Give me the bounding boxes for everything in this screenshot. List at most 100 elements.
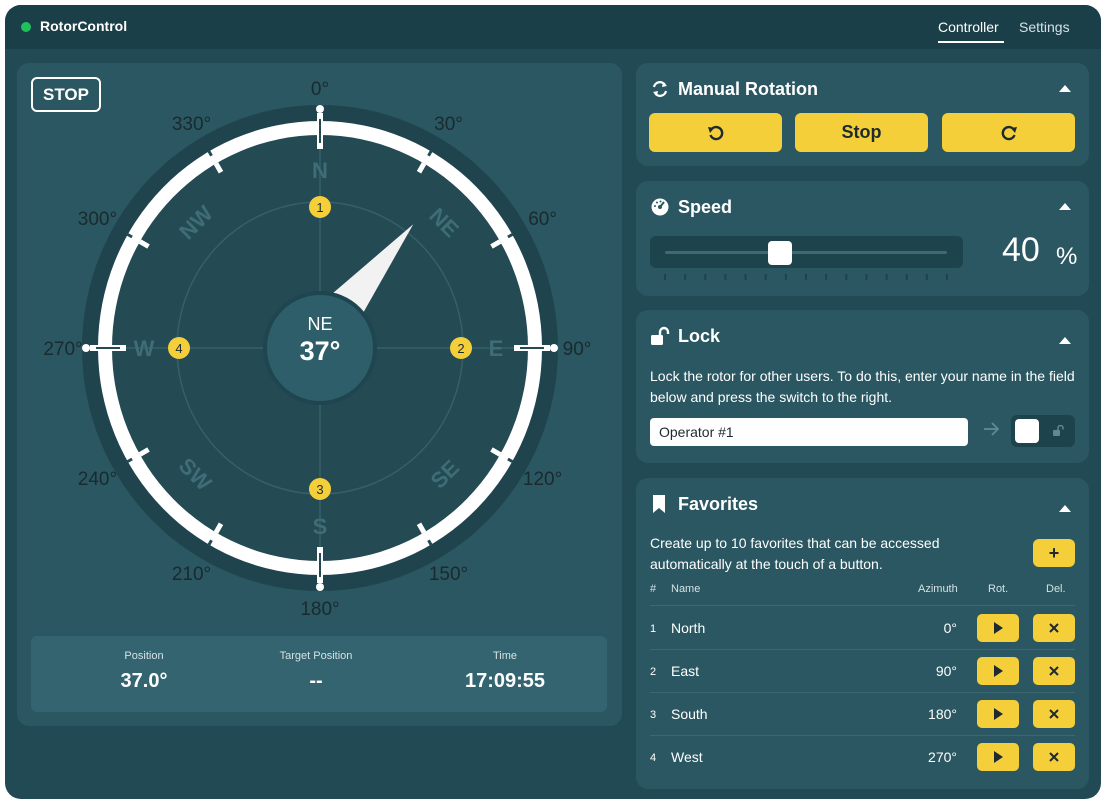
rotate-to-favorite-button[interactable] bbox=[977, 657, 1019, 685]
close-icon bbox=[1049, 709, 1059, 719]
play-icon bbox=[994, 665, 1003, 677]
active-tab-underline bbox=[938, 41, 1004, 43]
position-value: 37.0° bbox=[120, 670, 168, 692]
speed-unit: % bbox=[1056, 243, 1078, 270]
center-azimuth-value: 37° bbox=[300, 336, 341, 366]
lock-header: Lock bbox=[650, 324, 720, 348]
dial-direction-label-e: E bbox=[489, 336, 504, 361]
favorite-name: West bbox=[671, 749, 703, 765]
speed-slider[interactable] bbox=[650, 236, 963, 268]
dial-degree-label: 330° bbox=[172, 114, 211, 135]
dial-degree-label: 240° bbox=[78, 469, 117, 490]
rotate-to-favorite-button[interactable] bbox=[977, 614, 1019, 642]
favorite-azimuth: 90° bbox=[935, 663, 957, 679]
column-header-azimuth: Azimuth bbox=[918, 583, 958, 595]
dial-direction-label-n: N bbox=[312, 158, 328, 183]
rotate-ccw-icon bbox=[707, 125, 723, 141]
favorite-azimuth: 180° bbox=[928, 706, 957, 722]
favorite-row: 1 North 0° bbox=[650, 607, 1075, 650]
top-bar: RotorControl Controller Settings bbox=[5, 5, 1101, 49]
rotate-to-favorite-button[interactable] bbox=[977, 700, 1019, 728]
stop-button[interactable]: Stop bbox=[795, 113, 928, 152]
play-icon bbox=[994, 708, 1003, 720]
lock-toggle-switch[interactable] bbox=[1011, 415, 1075, 447]
dial-degree-label: 300° bbox=[78, 209, 117, 230]
speed-header: Speed bbox=[650, 195, 732, 219]
speed-title: Speed bbox=[678, 196, 733, 217]
favorites-title: Favorites bbox=[678, 493, 759, 514]
close-icon bbox=[1049, 752, 1059, 762]
favorite-number: 1 bbox=[650, 623, 657, 635]
dial-degree-label: 0° bbox=[311, 79, 329, 100]
favorite-name: North bbox=[671, 620, 706, 636]
speed-slider-track bbox=[665, 251, 947, 254]
close-icon bbox=[1049, 666, 1059, 676]
speed-collapse-button[interactable] bbox=[1059, 203, 1071, 210]
time-label: Time bbox=[492, 650, 518, 662]
position-label: Position bbox=[124, 650, 164, 662]
time-readout-item: Time 17:09:55 bbox=[410, 636, 600, 693]
tab-controller[interactable]: Controller bbox=[938, 19, 999, 35]
rotate-to-favorite-button[interactable] bbox=[977, 743, 1019, 771]
delete-favorite-button[interactable] bbox=[1033, 700, 1075, 728]
manual-rotation-card: Manual Rotation Stop bbox=[636, 63, 1089, 166]
target-position-label: Target Position bbox=[279, 650, 353, 662]
speed-slider-thumb[interactable] bbox=[768, 241, 793, 265]
position-readout-item: Position 37.0° bbox=[49, 636, 239, 693]
delete-favorite-button[interactable] bbox=[1033, 614, 1075, 642]
small-unlock-icon bbox=[1053, 425, 1064, 436]
tab-settings[interactable]: Settings bbox=[1019, 19, 1070, 35]
center-direction-label: NE bbox=[307, 314, 332, 334]
target-position-value: -- bbox=[309, 670, 323, 692]
dial-degree-label: 120° bbox=[523, 469, 562, 490]
favorite-name: East bbox=[671, 663, 700, 679]
favorite-marker-number: 2 bbox=[457, 341, 464, 356]
delete-favorite-button[interactable] bbox=[1033, 743, 1075, 771]
lock-toggle-knob bbox=[1015, 419, 1039, 443]
rotor-dial-panel: 0° 30° 60° 90° 120° 150° 180° 210° 240° 270° 300° 3… bbox=[17, 63, 622, 726]
column-header-delete: Del. bbox=[1046, 583, 1066, 595]
favorite-marker-number: 4 bbox=[175, 341, 182, 356]
operator-name-input[interactable] bbox=[650, 418, 968, 446]
favorite-name: South bbox=[671, 706, 708, 722]
favorite-row: 4 West 270° bbox=[650, 736, 1075, 779]
column-header-name: Name bbox=[671, 583, 701, 595]
dial-degree-label: 30° bbox=[434, 114, 463, 135]
arrow-right-icon bbox=[984, 422, 1000, 436]
lock-collapse-button[interactable] bbox=[1059, 337, 1071, 344]
rotate-cw-icon bbox=[1001, 125, 1017, 141]
favorite-azimuth: 270° bbox=[928, 749, 957, 765]
dial-direction-label-w: W bbox=[134, 336, 155, 361]
dial-degree-label: 270° bbox=[43, 339, 82, 360]
connection-status-dot bbox=[21, 22, 31, 32]
add-favorite-button[interactable]: + bbox=[1033, 539, 1075, 567]
favorites-header: Favorites bbox=[650, 492, 758, 516]
dial-cardinal-marker bbox=[82, 344, 90, 352]
manual-rotation-header: Manual Rotation bbox=[650, 77, 818, 101]
column-header-number: # bbox=[650, 583, 657, 595]
favorite-number: 3 bbox=[650, 709, 657, 721]
speed-slider-ticks bbox=[664, 274, 948, 280]
compass-dial[interactable]: 0° 30° 60° 90° 120° 150° 180° 210° 240° 270° 300° 3… bbox=[17, 63, 622, 633]
dial-degree-label: 180° bbox=[300, 599, 339, 620]
speed-card: Speed 40 % bbox=[636, 181, 1089, 296]
favorite-number: 4 bbox=[650, 752, 657, 764]
speedometer-icon bbox=[651, 198, 669, 216]
delete-favorite-button[interactable] bbox=[1033, 657, 1075, 685]
dial-direction-label-s: S bbox=[313, 514, 328, 539]
app-title: RotorControl bbox=[40, 18, 128, 34]
lock-card: Lock Lock the rotor for other users. To … bbox=[636, 310, 1089, 463]
favorite-row: 3 South 180° bbox=[650, 693, 1075, 736]
manual-rotation-collapse-button[interactable] bbox=[1059, 85, 1071, 92]
rotate-cw-button[interactable] bbox=[942, 113, 1075, 152]
speed-value: 40 bbox=[1002, 231, 1040, 269]
dial-degree-label: 210° bbox=[172, 564, 211, 585]
lock-title: Lock bbox=[678, 325, 721, 346]
rotate-ccw-button[interactable] bbox=[649, 113, 782, 152]
close-icon bbox=[1049, 623, 1059, 633]
dial-degree-label: 90° bbox=[563, 339, 592, 360]
stop-state-badge[interactable]: STOP bbox=[31, 77, 101, 112]
position-readout: Position 37.0° Target Position -- Time 1… bbox=[31, 636, 607, 712]
unlocked-padlock-icon bbox=[651, 326, 670, 345]
favorites-collapse-button[interactable] bbox=[1059, 505, 1071, 512]
